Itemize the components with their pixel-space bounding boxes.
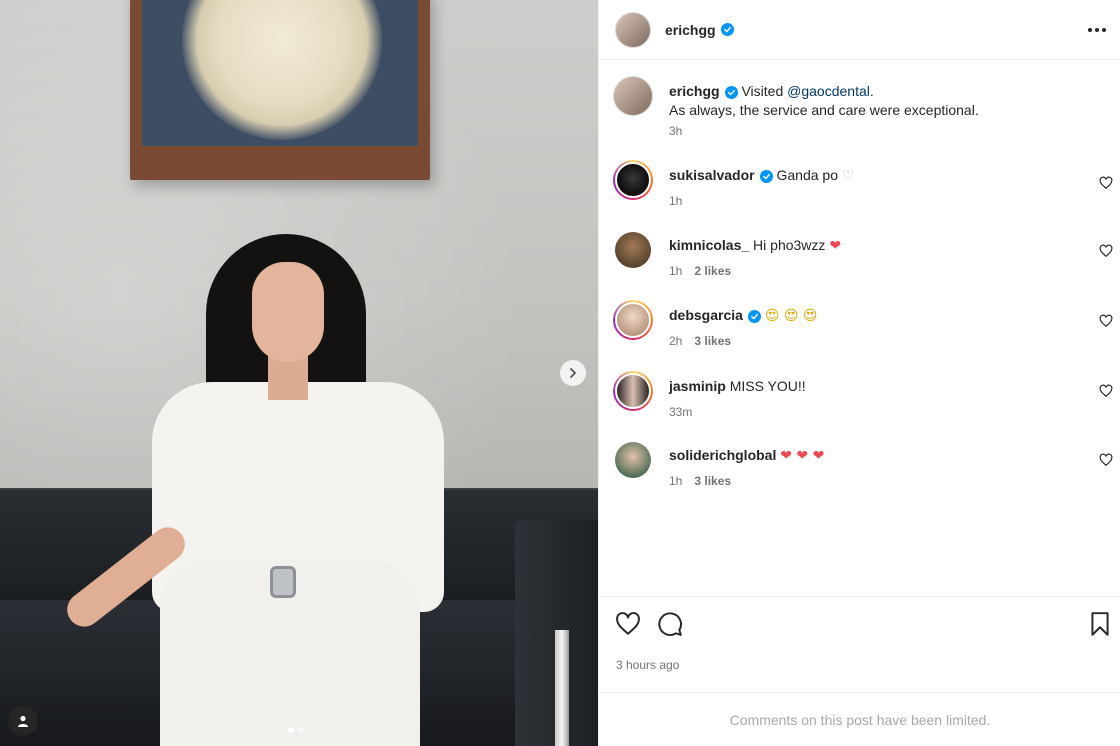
post-sidebar: erichgg erichgg Visited @gaocdental. As … <box>598 0 1120 746</box>
like-button[interactable] <box>615 611 641 637</box>
verified-badge-icon <box>747 310 761 323</box>
comment-item: debsgarcia 😍 😍 😍 2h 3 likes <box>599 300 1120 360</box>
caption-prefix: Visited <box>741 83 788 99</box>
photo-wall-art-frame <box>130 0 430 180</box>
photo-wall-art-flower <box>182 0 382 140</box>
caption-meta: 3h <box>669 124 682 138</box>
post-timestamp[interactable]: 3 hours ago <box>616 658 679 672</box>
comment-body: Hi pho3wzz <box>753 237 830 253</box>
comment-emoji: ❤ ❤ ❤ <box>780 448 825 464</box>
carousel-next-button[interactable] <box>560 360 586 386</box>
verified-badge-icon <box>759 170 773 183</box>
heart-icon[interactable] <box>1099 384 1113 398</box>
more-options-button[interactable] <box>1087 20 1107 40</box>
comment-username[interactable]: soliderichglobal <box>669 447 776 463</box>
verified-badge-icon <box>720 23 734 36</box>
post-photo[interactable] <box>0 0 598 746</box>
commenter-avatar[interactable] <box>615 442 651 478</box>
comment-meta: 2h 3 likes <box>669 334 731 348</box>
comment-emoji: ❤ <box>829 238 842 254</box>
comment-item: kimnicolas_ Hi pho3wzz ❤ 1h 2 likes <box>599 230 1120 290</box>
post-header: erichgg <box>599 0 1120 60</box>
commenter-avatar[interactable] <box>613 371 653 411</box>
more-options-icon <box>1088 28 1092 32</box>
commenter-avatar-image <box>615 302 651 338</box>
carousel-dot-active <box>288 727 294 733</box>
comment-meta: 1h 3 likes <box>669 474 731 488</box>
comment-meta: 33m <box>669 405 692 419</box>
comments-limited-notice: Comments on this post have been limited. <box>599 692 1120 746</box>
caption-username[interactable]: erichgg <box>669 83 720 99</box>
comment-item: sukisalvador Ganda po ♡ 1h <box>599 160 1120 220</box>
caption-mention-link[interactable]: @gaocdental <box>787 83 870 99</box>
comment-meta: 1h <box>669 194 682 208</box>
comment-emoji: ♡ <box>841 168 855 184</box>
heart-icon[interactable] <box>1099 453 1113 467</box>
photo-person-watch <box>270 566 296 598</box>
chevron-right-icon <box>570 368 576 378</box>
caption-line-2: As always, the service and care were exc… <box>669 102 979 118</box>
comment-text: kimnicolas_ Hi pho3wzz ❤ <box>669 236 1069 256</box>
photo-chrome-leg <box>555 630 569 746</box>
commenter-avatar[interactable] <box>613 160 653 200</box>
comment-username[interactable]: debsgarcia <box>669 307 743 323</box>
post-actions: 3 hours ago <box>599 596 1120 692</box>
caption-suffix: . <box>869 83 874 99</box>
comment-text: jasminip MISS YOU!! <box>669 377 1069 396</box>
save-button[interactable] <box>1087 611 1113 637</box>
caption-text: erichgg Visited @gaocdental. As always, … <box>669 82 1069 120</box>
comment-meta: 1h 2 likes <box>669 264 731 278</box>
comment-text: soliderichglobal ❤ ❤ ❤ <box>669 446 1069 466</box>
photo-person-face <box>252 262 324 362</box>
comment-likes[interactable]: 3 likes <box>694 474 731 488</box>
comment-item: jasminip MISS YOU!! 33m <box>599 371 1120 431</box>
post-caption: erichgg Visited @gaocdental. As always, … <box>599 76 1120 142</box>
caption-author-avatar[interactable] <box>613 76 653 116</box>
comment-button[interactable] <box>657 611 683 637</box>
commenter-avatar[interactable] <box>613 300 653 340</box>
heart-icon[interactable] <box>1099 244 1113 258</box>
comment-username[interactable]: sukisalvador <box>669 167 755 183</box>
comment-text: debsgarcia 😍 😍 😍 <box>669 306 1069 326</box>
comment-username[interactable]: jasminip <box>669 378 726 394</box>
comment-likes[interactable]: 3 likes <box>694 334 731 348</box>
heart-icon[interactable] <box>1099 314 1113 328</box>
heart-icon[interactable] <box>1099 176 1113 190</box>
comment-username[interactable]: kimnicolas_ <box>669 237 749 253</box>
author-username[interactable]: erichgg <box>665 22 716 38</box>
carousel-dot <box>298 727 304 733</box>
user-tag-icon <box>18 715 28 727</box>
verified-badge-icon <box>724 86 738 99</box>
comment-body: Ganda po <box>776 167 842 183</box>
comment-emoji: 😍 😍 😍 <box>764 308 818 324</box>
commenter-avatar[interactable] <box>615 232 651 268</box>
carousel-indicator <box>288 727 304 733</box>
user-tag-button[interactable] <box>8 706 38 736</box>
comment-item: soliderichglobal ❤ ❤ ❤ 1h 3 likes <box>599 440 1120 500</box>
comment-time[interactable]: 1h <box>669 474 682 488</box>
commenter-avatar-image <box>615 162 651 198</box>
comment-time[interactable]: 33m <box>669 405 692 419</box>
comment-time[interactable]: 2h <box>669 334 682 348</box>
instagram-post-modal: erichgg erichgg Visited @gaocdental. As … <box>0 0 1120 746</box>
comment-time[interactable]: 1h <box>669 194 682 208</box>
comment-body: MISS YOU!! <box>729 378 806 394</box>
comment-likes[interactable]: 2 likes <box>694 264 731 278</box>
comment-time[interactable]: 1h <box>669 264 682 278</box>
commenter-avatar-image <box>615 373 651 409</box>
author-avatar[interactable] <box>615 11 651 48</box>
more-options-icon-dot <box>1095 28 1099 32</box>
comment-text: sukisalvador Ganda po ♡ <box>669 166 1069 186</box>
caption-time[interactable]: 3h <box>669 124 682 138</box>
more-options-icon-dot <box>1102 28 1106 32</box>
photo-wall-art-canvas <box>142 0 418 146</box>
